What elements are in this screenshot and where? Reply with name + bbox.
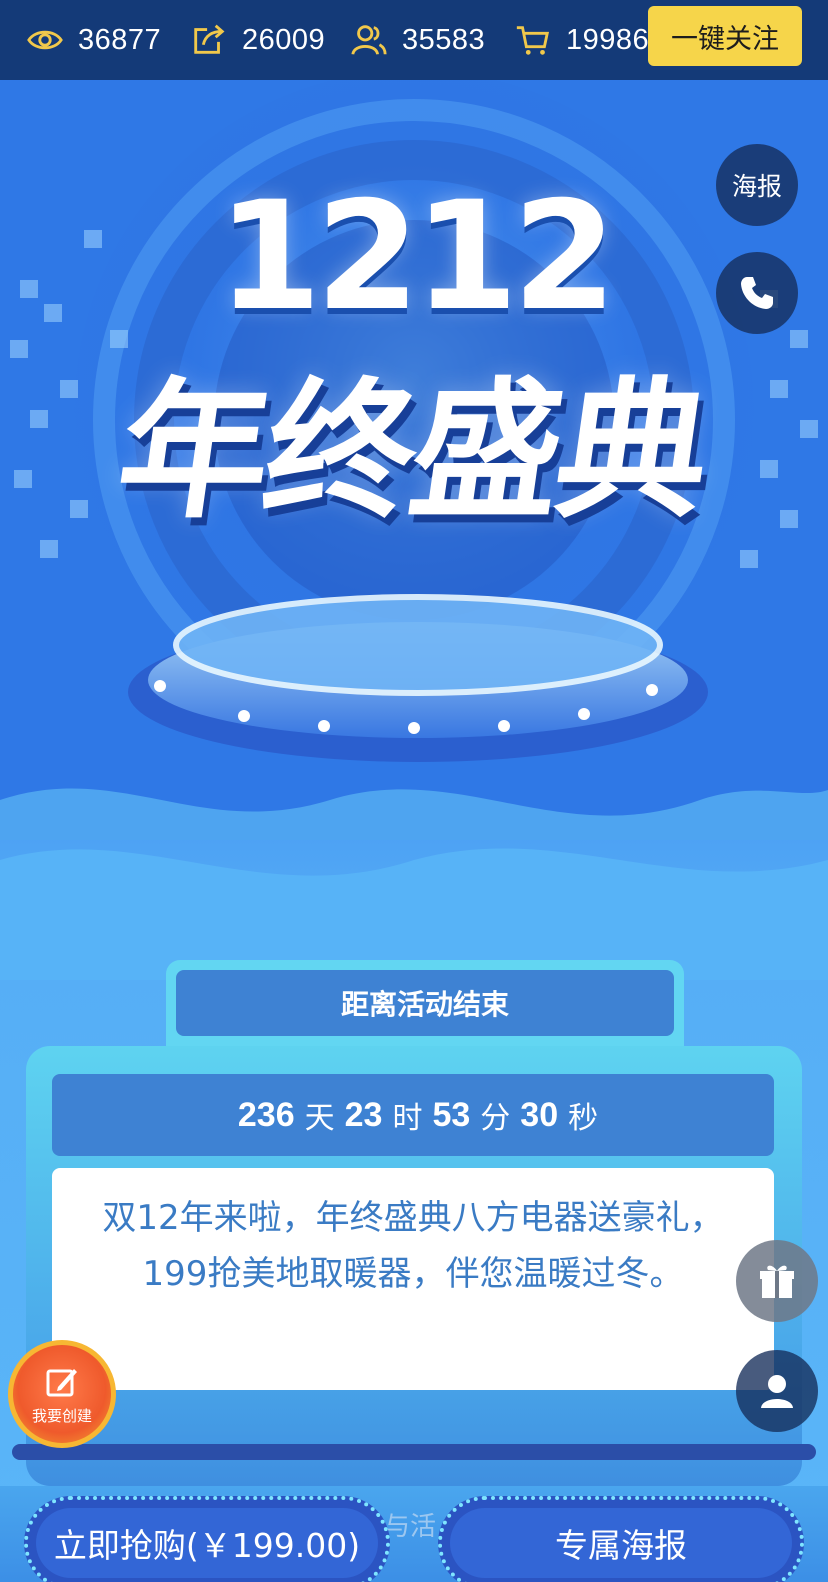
- gift-fab[interactable]: [736, 1240, 818, 1322]
- countdown-days: 236: [237, 1095, 295, 1134]
- gift-icon: [760, 1265, 794, 1298]
- user-icon: [761, 1375, 793, 1408]
- create-activity-label: 我要创建: [31, 1406, 92, 1425]
- create-activity-button[interactable]: 我要创建: [8, 1340, 116, 1448]
- shares-stat: 26009: [190, 0, 325, 80]
- profile-fab[interactable]: [736, 1350, 818, 1432]
- panel-divider: [12, 1444, 816, 1460]
- phone-fab[interactable]: [716, 252, 798, 334]
- exclusive-poster-label: 专属海报: [555, 1526, 687, 1565]
- countdown-seconds: 30: [520, 1095, 559, 1134]
- hero-number: 1212: [217, 170, 616, 344]
- stats-bar: 36877 26009 35583 19986 一键关注: [0, 0, 828, 80]
- countdown-hours: 23: [344, 1095, 383, 1134]
- buy-now-button[interactable]: 立即抢购(￥199.00): [24, 1496, 390, 1582]
- countdown-days-unit: 天: [304, 1101, 335, 1136]
- participants-count: 35583: [402, 23, 486, 56]
- countdown-hours-unit: 时: [392, 1101, 423, 1136]
- hidden-text-fragment: 与活: [384, 1512, 437, 1542]
- hero-banner: 1212 年终盛典: [0, 80, 828, 840]
- follow-button[interactable]: 一键关注: [648, 6, 802, 66]
- views-stat: 36877: [26, 0, 161, 80]
- countdown-minutes: 53: [432, 1095, 471, 1134]
- orders-count: 19986: [566, 23, 650, 56]
- eye-icon: [27, 30, 63, 50]
- countdown-timer: 236 天 23 时 53 分 30 秒: [52, 1074, 774, 1156]
- cart-icon: [516, 26, 550, 55]
- share-icon: [194, 24, 225, 54]
- buy-now-label: 立即抢购(￥199.00): [53, 1526, 361, 1565]
- poster-fab[interactable]: 海报: [716, 144, 798, 226]
- countdown-minutes-unit: 分: [480, 1101, 511, 1136]
- participants-stat: 35583: [350, 0, 485, 80]
- orders-stat: 19986: [514, 0, 649, 80]
- wave-decoration: [0, 848, 828, 980]
- countdown-heading: 距离活动结束: [176, 970, 674, 1036]
- edit-icon: [46, 1368, 77, 1396]
- activity-description: 双12年来啦，年终盛典八方电器送豪礼，199抢美地取暖器，伴您温暖过冬。: [52, 1168, 774, 1390]
- shares-count: 26009: [242, 23, 326, 56]
- users-icon: [351, 25, 387, 55]
- views-count: 36877: [78, 23, 162, 56]
- exclusive-poster-button[interactable]: 专属海报: [438, 1496, 804, 1582]
- countdown-seconds-unit: 秒: [568, 1101, 599, 1136]
- hero-title: 年终盛典: [107, 365, 717, 539]
- phone-icon: [741, 277, 773, 309]
